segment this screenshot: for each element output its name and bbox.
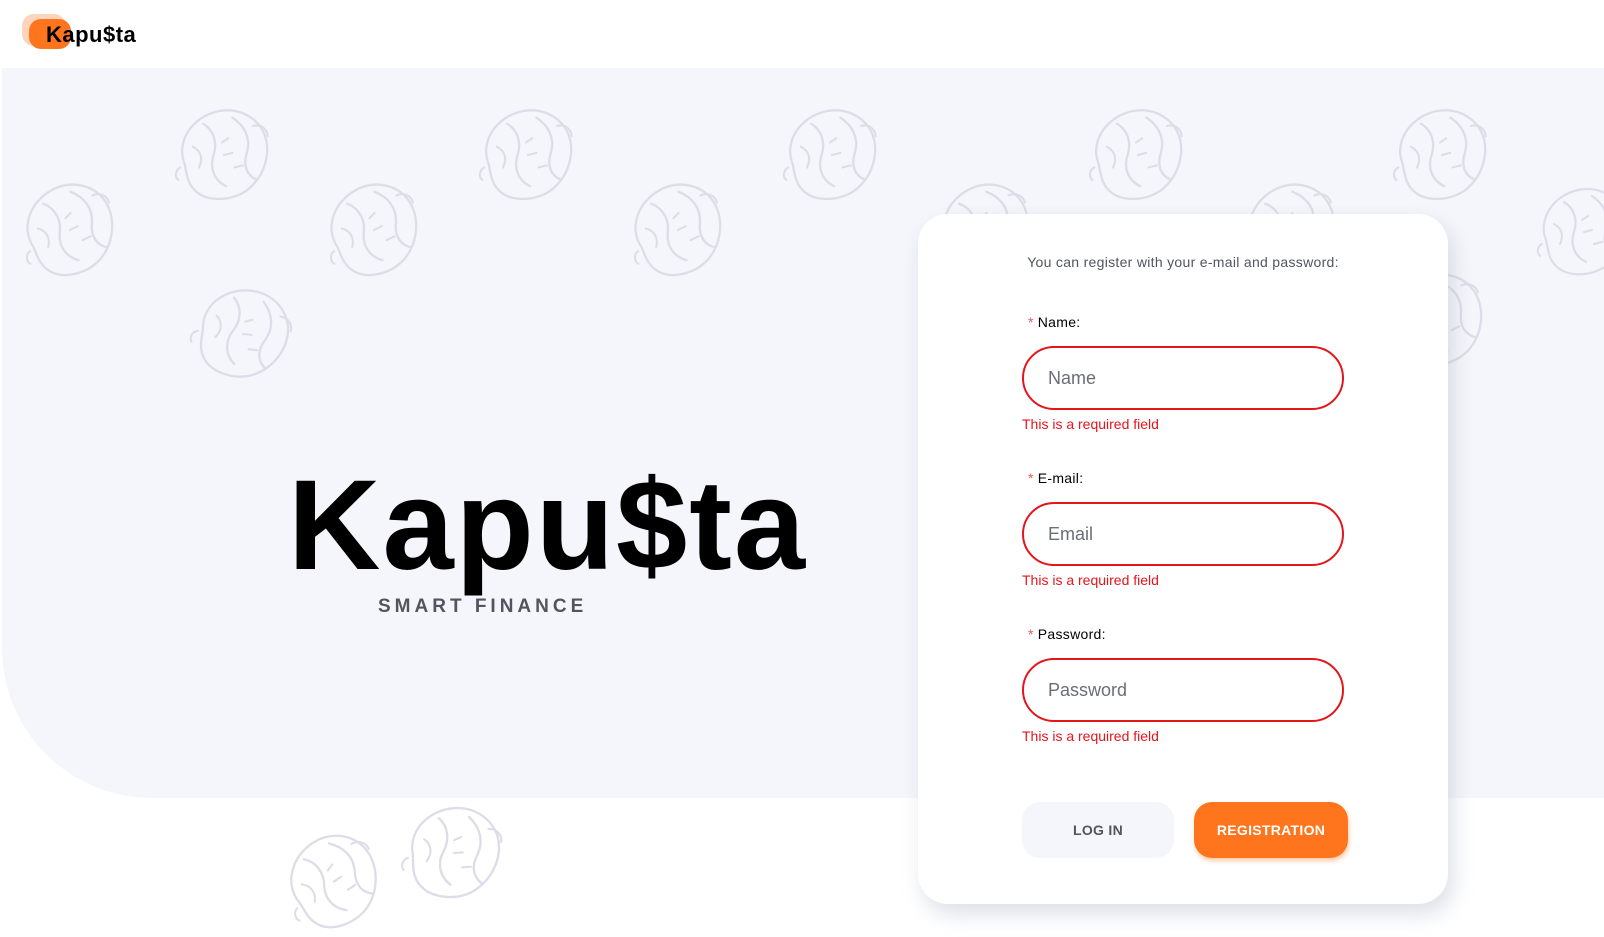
header-logo[interactable]: Kapu$ta (22, 14, 142, 54)
cabbage-icon (282, 826, 386, 937)
cabbage-icon (782, 109, 877, 201)
form-hint: You can register with your e-mail and pa… (1027, 254, 1339, 270)
name-error: This is a required field (1022, 416, 1159, 432)
registration-button[interactable]: REGISTRATION (1194, 802, 1348, 858)
email-field-group: *E-mail: This is a required field (1022, 470, 1344, 588)
app-header: Kapu$ta (0, 0, 1604, 68)
email-input[interactable] (1022, 502, 1344, 566)
name-label: * Name: (1028, 314, 1344, 330)
cabbage-icon (188, 282, 298, 386)
cabbage-icon (398, 800, 507, 906)
registration-card: You can register with your e-mail and pa… (918, 214, 1448, 904)
email-label: * E-mail: (1028, 470, 1344, 486)
email-label-text: E-mail: (1037, 470, 1084, 486)
password-label-text: Password: (1037, 626, 1106, 642)
cabbage-icon (622, 178, 732, 282)
required-mark: * (1028, 470, 1034, 486)
login-button[interactable]: LOG IN (1022, 802, 1174, 858)
password-error: This is a required field (1022, 728, 1159, 744)
brand-block: Kapu$ta SMART FINANCE (288, 454, 807, 618)
cabbage-icon (1088, 109, 1183, 201)
cabbage-icon (14, 178, 124, 282)
brand-subtitle: SMART FINANCE (378, 596, 588, 617)
password-input[interactable] (1022, 658, 1344, 722)
name-label-text: Name: (1037, 314, 1081, 330)
name-field-group: *Name: This is a required field (1022, 314, 1344, 432)
cabbage-icon (318, 178, 428, 282)
password-label: * Password: (1028, 626, 1344, 642)
brand-title: Kapu$ta (288, 454, 807, 597)
name-input[interactable] (1022, 346, 1344, 410)
required-mark: * (1028, 626, 1034, 642)
logo-text: Kapu$ta (46, 22, 137, 47)
password-field-group: * Password: This is a required field (1022, 626, 1344, 744)
cabbage-icon (478, 109, 573, 201)
email-error: This is a required field (1022, 572, 1159, 588)
cabbage-icon (174, 109, 269, 201)
required-mark: * (1028, 314, 1034, 330)
cabbage-icon (1392, 109, 1487, 201)
cabbage-icon (1536, 187, 1604, 276)
